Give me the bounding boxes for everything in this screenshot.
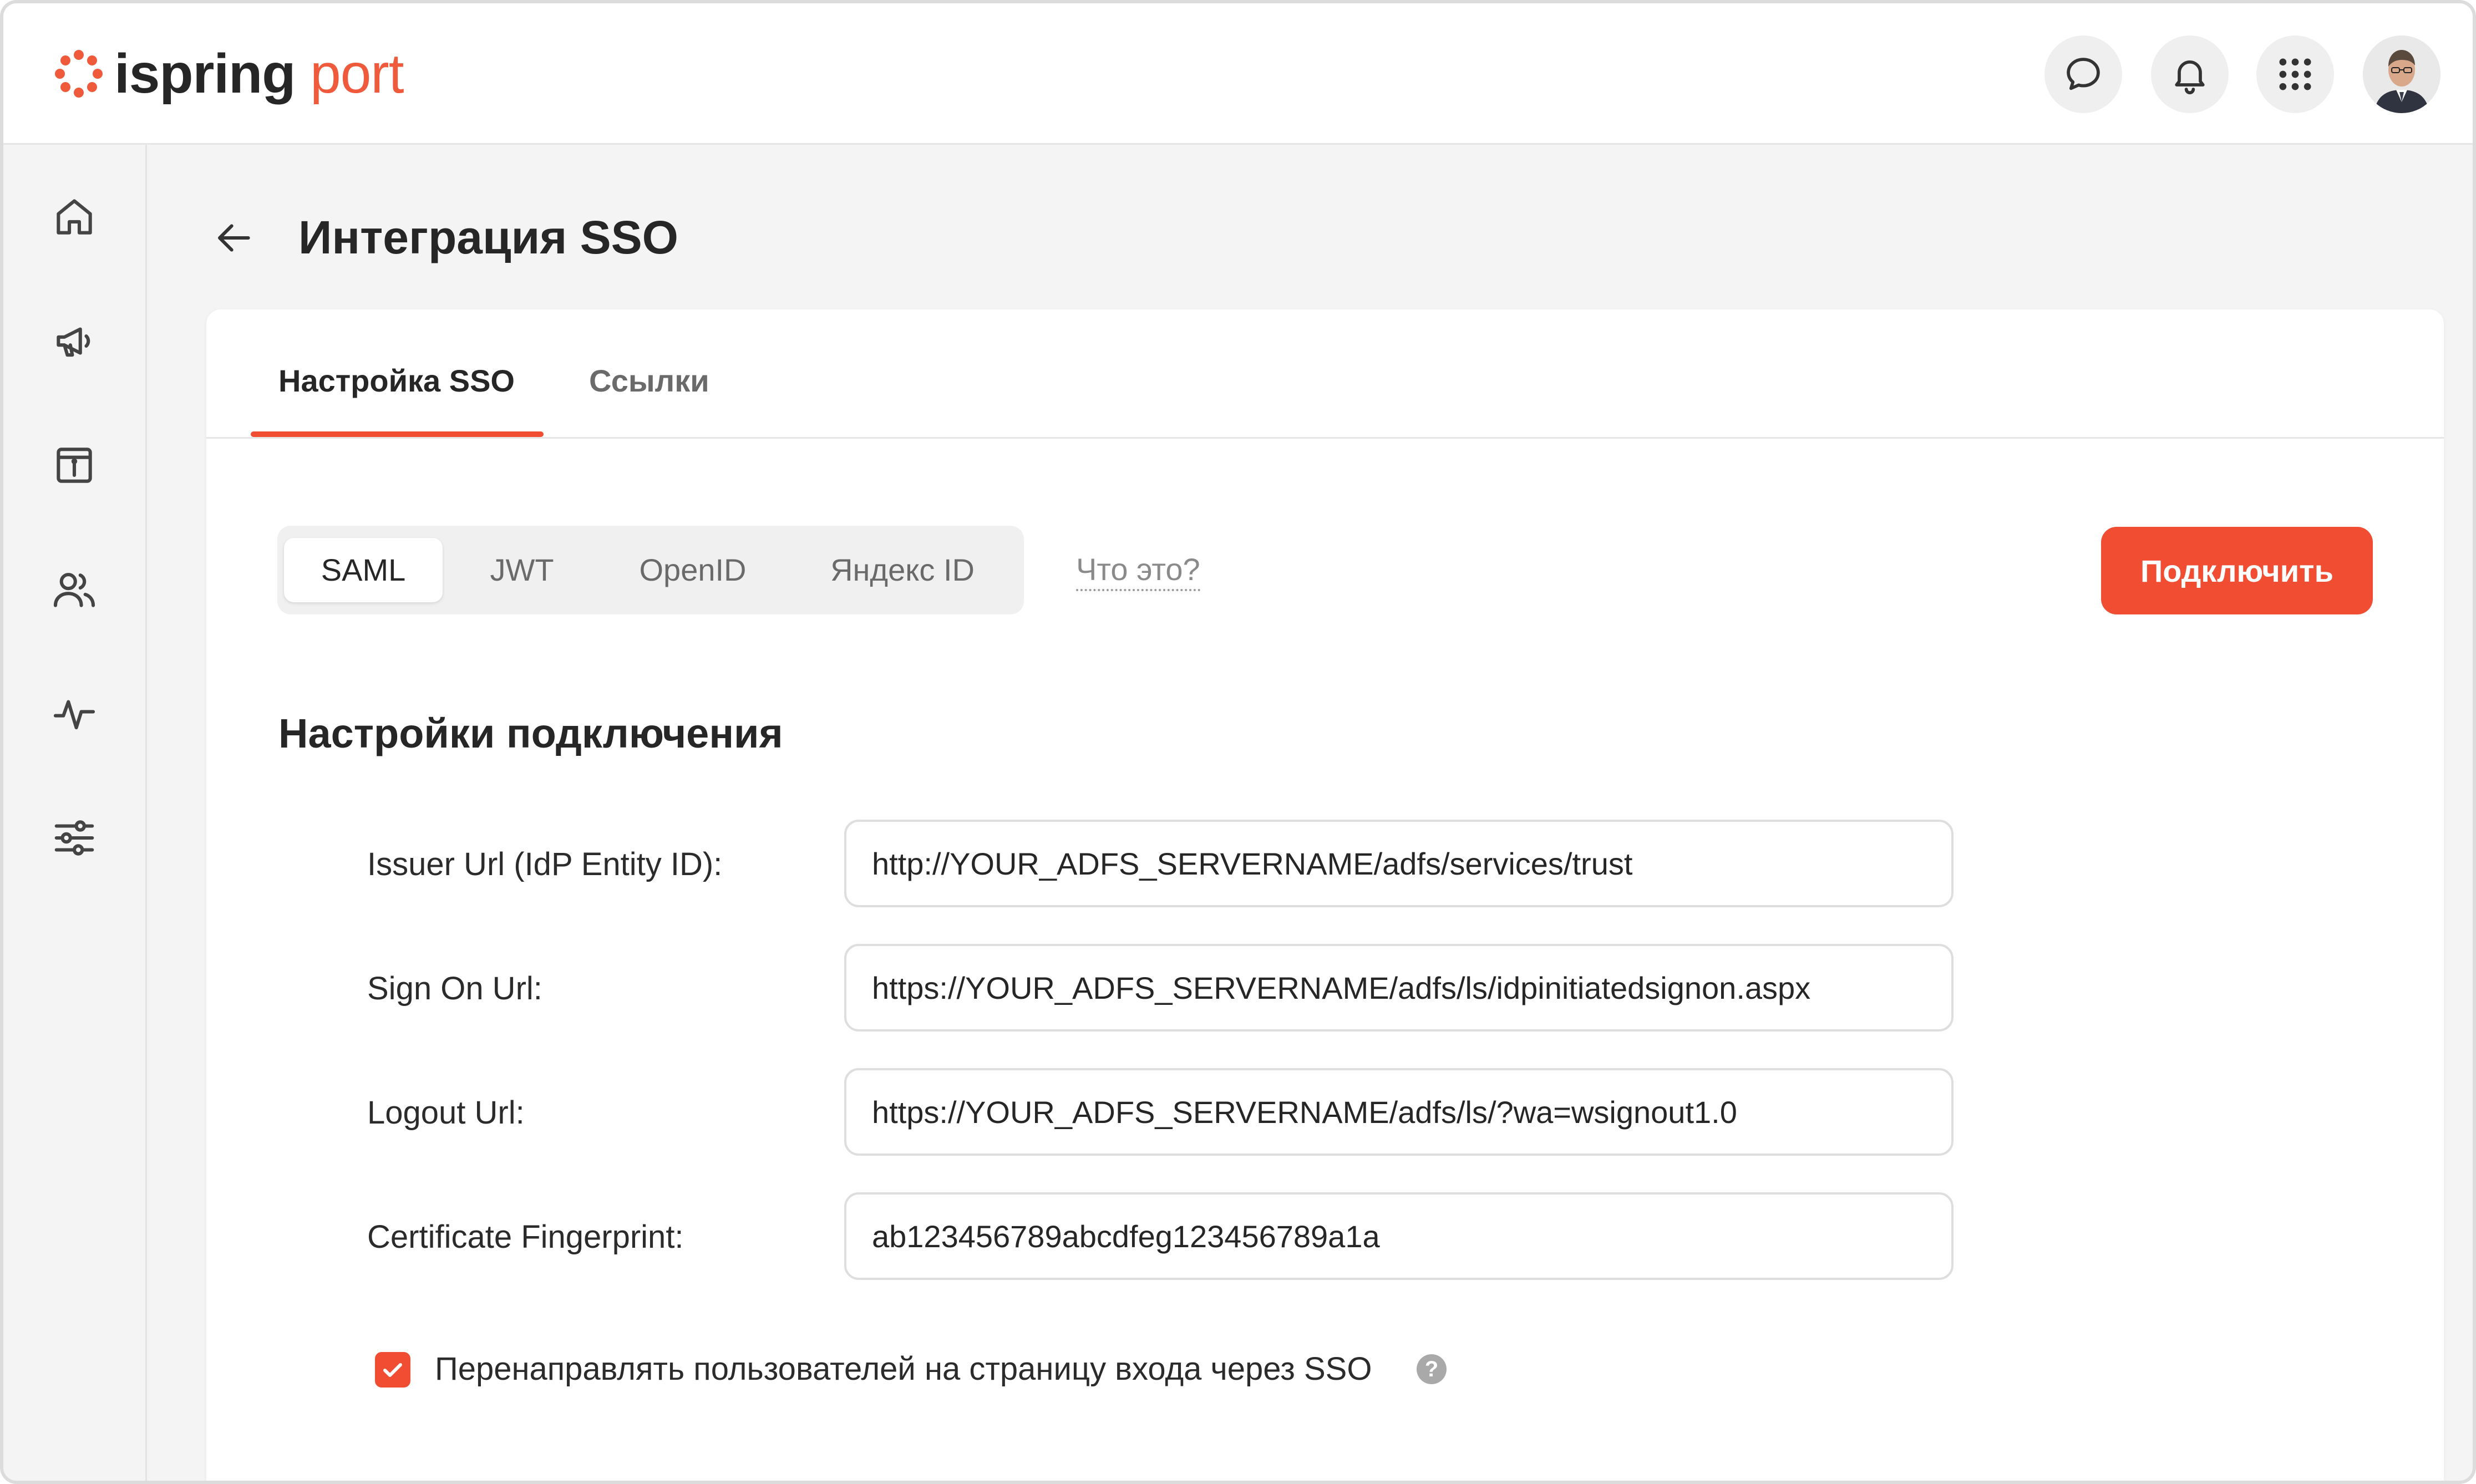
sidebar-item-analytics[interactable] (47, 686, 102, 741)
logout-url-label: Logout Url: (367, 1095, 525, 1131)
sidebar-item-settings[interactable] (47, 810, 102, 866)
logo-word-port: port (310, 43, 404, 105)
certificate-fingerprint-label: Certificate Fingerprint: (367, 1219, 684, 1255)
protocol-jwt[interactable]: JWT (447, 538, 597, 602)
user-avatar[interactable] (2363, 35, 2441, 113)
tab-links[interactable]: Ссылки (589, 362, 709, 400)
sign-on-url-input[interactable] (844, 944, 1954, 1031)
apps-button[interactable] (2256, 35, 2334, 113)
redirect-checkbox[interactable] (375, 1352, 410, 1388)
protocol-saml[interactable]: SAML (284, 538, 443, 602)
chat-button[interactable] (2044, 35, 2122, 113)
chat-icon (2067, 58, 2100, 90)
connect-button[interactable]: Подключить (2101, 527, 2373, 614)
avatar-person-icon (2363, 35, 2441, 113)
section-title: Настройки подключения (278, 710, 783, 756)
bell-icon (2175, 60, 2205, 95)
info-calendar-icon (57, 448, 92, 483)
logo-text: ispring port (114, 46, 404, 101)
logout-url-input[interactable] (844, 1068, 1954, 1156)
active-tab-indicator (251, 431, 544, 437)
sidebar (3, 145, 147, 1481)
home-icon (57, 199, 92, 235)
protocol-switcher: SAML JWT OpenID Яндекс ID (277, 526, 1024, 614)
top-bar: ispring port (3, 3, 2473, 145)
protocol-openid[interactable]: OpenID (601, 538, 784, 602)
settings-card: Настройка SSO Ссылки SAML JWT OpenID Янд… (206, 309, 2444, 1481)
sidebar-item-home[interactable] (47, 189, 102, 245)
arrow-left-icon (218, 224, 250, 252)
notifications-button[interactable] (2151, 35, 2229, 113)
issuer-url-label: Issuer Url (IdP Entity ID): (367, 846, 723, 882)
logo[interactable]: ispring port (52, 38, 404, 110)
back-button[interactable] (209, 213, 258, 263)
sliders-icon (54, 820, 94, 856)
sign-on-url-label: Sign On Url: (367, 970, 542, 1007)
ispring-logo-icon (55, 50, 103, 98)
apps-grid-icon (2279, 58, 2311, 90)
logo-word-ispring: ispring (114, 43, 296, 105)
help-icon[interactable]: ? (1417, 1354, 1447, 1384)
sidebar-item-users[interactable] (47, 562, 102, 617)
sidebar-item-announcements[interactable] (47, 313, 102, 369)
issuer-url-input[interactable] (844, 820, 1954, 907)
activity-icon (53, 700, 95, 730)
users-icon (53, 573, 95, 607)
checkmark-icon (383, 1363, 402, 1377)
app-window: ispring port Интеграция SSO Настройка SS… (0, 0, 2476, 1484)
certificate-fingerprint-input[interactable] (844, 1192, 1954, 1280)
tab-bar: Настройка SSO Ссылки (206, 309, 2444, 439)
redirect-checkbox-label[interactable]: Перенаправлять пользователей на страницу… (435, 1350, 1372, 1389)
what-is-this-link[interactable]: Что это? (1076, 550, 1200, 591)
tab-sso-settings[interactable]: Настройка SSO (278, 362, 515, 400)
page-title: Интеграция SSO (298, 211, 679, 263)
megaphone-icon (57, 327, 90, 357)
sidebar-item-info[interactable] (47, 438, 102, 493)
protocol-yandex-id[interactable]: Яндекс ID (789, 538, 1016, 602)
